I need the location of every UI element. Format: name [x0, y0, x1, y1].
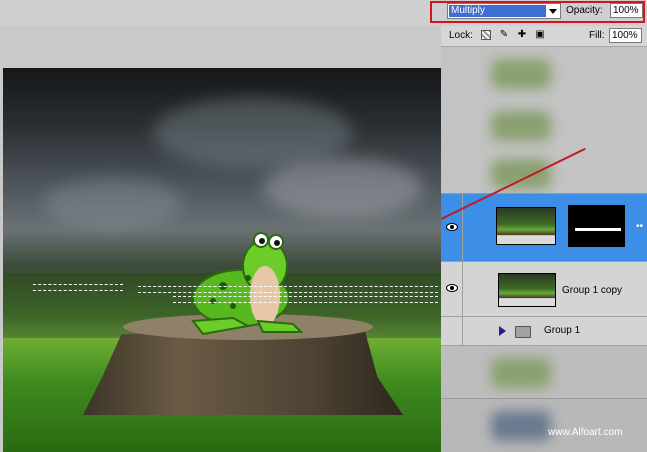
image-canvas[interactable] [3, 68, 441, 452]
visibility-toggle[interactable] [444, 317, 463, 345]
layers-panel: •• Group 1 copy Group 1 [441, 47, 647, 452]
lock-transparent-icon[interactable] [481, 30, 491, 40]
layer-mask-thumbnail[interactable] [568, 205, 625, 247]
folder-icon [515, 326, 531, 338]
marquee-selection [173, 296, 438, 303]
more-icon: •• [635, 221, 643, 232]
storm-cloud [43, 178, 183, 228]
layer-row-blurred [441, 99, 647, 151]
storm-cloud [263, 158, 423, 218]
layer-row-blurred [441, 399, 647, 452]
visibility-toggle[interactable] [444, 262, 463, 316]
lock-all-icon[interactable]: ▣ [535, 30, 545, 40]
layer-row-blurred [441, 346, 647, 398]
storm-cloud [153, 98, 353, 168]
disclosure-triangle-icon[interactable] [499, 326, 506, 336]
layer-name[interactable]: Group 1 copy [562, 285, 622, 296]
frog-illustration [191, 232, 303, 336]
marquee-selection [138, 286, 438, 293]
layer-row-blurred [441, 151, 647, 193]
lock-bar: Lock: ✎ ✚ ▣ Fill: 100% [441, 26, 647, 47]
layer-row[interactable]: Group 1 copy [441, 262, 647, 317]
layer-row-blurred [441, 47, 647, 99]
eye-icon[interactable] [446, 223, 458, 231]
layer-thumbnail[interactable] [498, 273, 556, 307]
lock-brush-icon[interactable]: ✎ [499, 30, 509, 40]
fill-field[interactable]: 100% [609, 28, 642, 43]
eye-icon[interactable] [446, 284, 458, 292]
layer-thumbnail[interactable] [496, 207, 556, 245]
watermark: www.Alfoart.com [548, 427, 623, 438]
lock-move-icon[interactable]: ✚ [517, 30, 527, 40]
visibility-toggle[interactable] [444, 194, 463, 261]
lock-label: Lock: [449, 30, 473, 41]
fill-label: Fill: [589, 30, 605, 41]
layer-row-group[interactable]: Group 1 [441, 317, 647, 346]
layer-name[interactable]: Group 1 [544, 325, 580, 336]
highlight-annotation-box [430, 1, 645, 23]
marquee-selection [33, 284, 123, 291]
